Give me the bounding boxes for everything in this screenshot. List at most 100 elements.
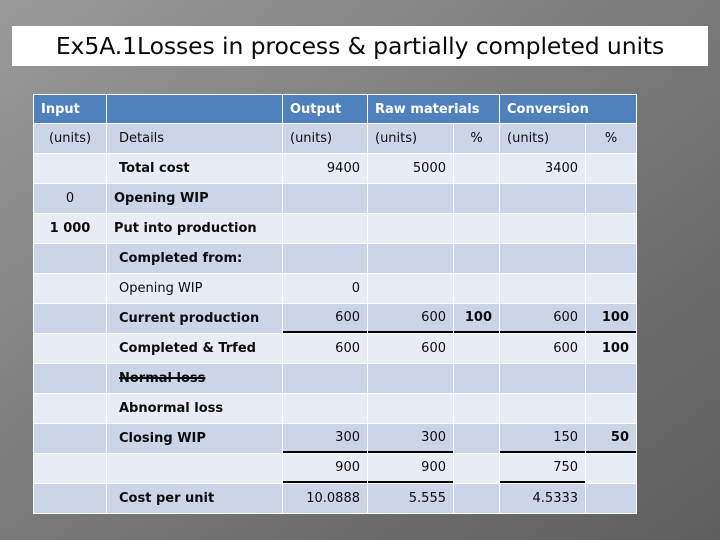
cell-input [34, 334, 106, 363]
cell-rm_units [368, 364, 453, 393]
process-costing-table-container: Input Output Raw materials Conversion (u… [33, 94, 638, 514]
subheader-rm-pct: % [454, 124, 500, 153]
cell-rm_units: 600 [368, 304, 453, 333]
cell-output [283, 214, 367, 243]
subheader-cv-pct: % [586, 124, 637, 153]
table-header: Input Output Raw materials Conversion [34, 95, 637, 123]
slide-canvas: Ex5A.1Losses in process & partially comp… [0, 0, 720, 540]
table-row: Closing WIP 300 300 150 50 [34, 424, 637, 453]
cell-cv_pct [586, 154, 637, 183]
cell-output: 900 [283, 454, 367, 483]
table-group-header-row: Input Output Raw materials Conversion [34, 95, 637, 123]
cell-input [34, 484, 106, 513]
slide-title-bar: Ex5A.1Losses in process & partially comp… [12, 26, 708, 66]
process-costing-table: Input Output Raw materials Conversion (u… [33, 94, 638, 514]
table-subheader-row: (units) Details (units) (units) % (units… [34, 124, 637, 153]
cell-cv_pct [586, 244, 637, 273]
column-header-input: Input [34, 95, 106, 123]
cell-cv_pct [586, 454, 637, 483]
cell-cv_units: 600 [500, 304, 586, 333]
column-header-details-blank [107, 95, 282, 123]
cell-input: 1 000 [34, 214, 106, 243]
cell-output [283, 184, 367, 213]
cell-cv_pct [586, 274, 637, 303]
cell-rm_units: 300 [368, 424, 453, 453]
cell-details: Normal loss [107, 364, 282, 393]
cell-rm_pct [454, 154, 500, 183]
cell-rm_units [368, 274, 453, 303]
table-row: Cost per unit 10.0888 5.555 4.5333 [34, 484, 637, 513]
column-header-conversion: Conversion [500, 95, 637, 123]
cell-input [34, 244, 106, 273]
cell-rm_pct [454, 214, 500, 243]
cell-output: 600 [283, 304, 367, 333]
cell-rm_units [368, 394, 453, 423]
cell-output: 0 [283, 274, 367, 303]
table-row: Total cost 9400 5000 3400 [34, 154, 637, 183]
cell-details: Total cost [107, 154, 282, 183]
cell-rm_units: 5.555 [368, 484, 453, 513]
cell-input [34, 154, 106, 183]
cell-output: 9400 [283, 154, 367, 183]
cell-input: 0 [34, 184, 106, 213]
cell-details: Abnormal loss [107, 394, 282, 423]
cell-cv_units [500, 364, 586, 393]
column-header-output: Output [283, 95, 367, 123]
cell-rm_pct [454, 454, 500, 483]
cell-output [283, 244, 367, 273]
table-body: (units) Details (units) (units) % (units… [34, 124, 637, 513]
cell-input [34, 424, 106, 453]
cell-rm_pct [454, 364, 500, 393]
cell-details: Cost per unit [107, 484, 282, 513]
table-row: Opening WIP 0 [34, 274, 637, 303]
cell-input [34, 394, 106, 423]
cell-rm_pct [454, 424, 500, 453]
cell-rm_pct [454, 244, 500, 273]
cell-rm_pct [454, 394, 500, 423]
cell-cv_pct [586, 184, 637, 213]
cell-output: 10.0888 [283, 484, 367, 513]
cell-input [34, 364, 106, 393]
cell-cv_units: 150 [500, 424, 586, 453]
cell-rm_units [368, 244, 453, 273]
subheader-cv-units: (units) [500, 124, 586, 153]
cell-output [283, 394, 367, 423]
subheader-input-units: (units) [34, 124, 106, 153]
cell-rm_pct [454, 484, 500, 513]
column-header-raw-materials: Raw materials [368, 95, 500, 123]
cell-cv_units: 600 [500, 334, 586, 363]
cell-cv_pct: 100 [586, 304, 637, 333]
cell-rm_units: 900 [368, 454, 453, 483]
cell-cv_units [500, 184, 586, 213]
subheader-output-units: (units) [283, 124, 367, 153]
table-row: 900 900 750 [34, 454, 637, 483]
table-row: 1 000 Put into production [34, 214, 637, 243]
cell-cv_units: 750 [500, 454, 586, 483]
cell-cv_pct [586, 394, 637, 423]
cell-rm_units [368, 184, 453, 213]
cell-rm_units: 600 [368, 334, 453, 363]
cell-cv_pct [586, 364, 637, 393]
cell-cv_units [500, 214, 586, 243]
table-row: Completed from: [34, 244, 637, 273]
cell-details: Completed & Trfed [107, 334, 282, 363]
page-title: Ex5A.1Losses in process & partially comp… [55, 32, 665, 60]
cell-cv_units: 3400 [500, 154, 586, 183]
cell-input [34, 454, 106, 483]
cell-details: Closing WIP [107, 424, 282, 453]
cell-cv_pct: 50 [586, 424, 637, 453]
cell-cv_units [500, 274, 586, 303]
cell-cv_pct [586, 214, 637, 243]
cell-input [34, 274, 106, 303]
cell-details: Current production [107, 304, 282, 333]
cell-cv_pct [586, 484, 637, 513]
table-row: Current production 600 600 100 600 100 [34, 304, 637, 333]
cell-output: 600 [283, 334, 367, 363]
cell-cv_units [500, 244, 586, 273]
cell-rm_pct [454, 274, 500, 303]
cell-cv_units: 4.5333 [500, 484, 586, 513]
cell-output [283, 364, 367, 393]
cell-cv_pct: 100 [586, 334, 637, 363]
cell-rm_pct: 100 [454, 304, 500, 333]
cell-output: 300 [283, 424, 367, 453]
